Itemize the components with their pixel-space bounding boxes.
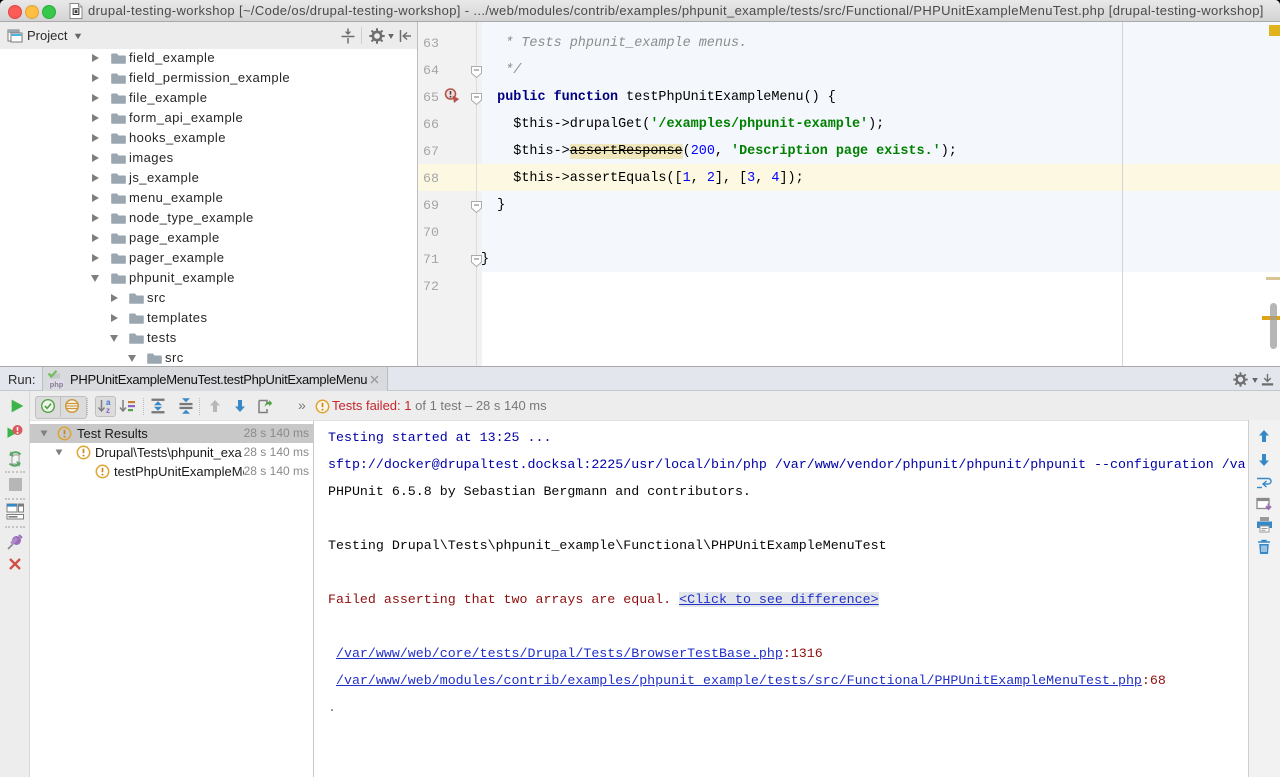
svg-text:php: php <box>50 380 64 389</box>
svg-text:z: z <box>106 406 110 414</box>
